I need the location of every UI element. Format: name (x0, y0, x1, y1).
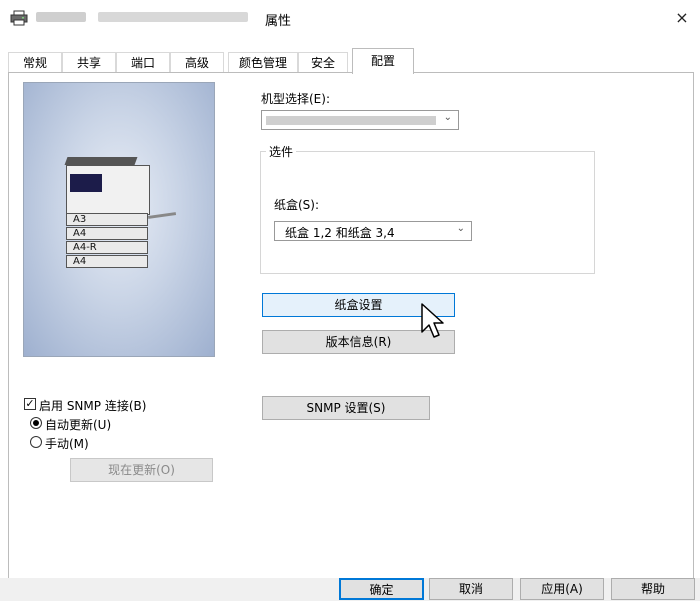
dialog-button-bar: 确定 取消 应用(A) 帮助 (0, 578, 700, 601)
tab-sharing[interactable]: 共享 (62, 52, 116, 73)
tray-label: A4-R (66, 241, 148, 254)
tab-configuration[interactable]: 配置 (352, 48, 414, 74)
snmp-enable-checkbox[interactable]: ✓ (24, 398, 36, 410)
redacted-model (266, 116, 436, 125)
options-group-title: 选件 (266, 143, 297, 160)
tab-color-management[interactable]: 颜色管理 (228, 52, 298, 73)
printer-scanner-lid (64, 157, 138, 165)
model-select[interactable]: ⌄ (261, 110, 459, 130)
ok-button[interactable]: 确定 (339, 578, 424, 600)
tab-general[interactable]: 常规 (8, 52, 62, 73)
printer-panel (70, 174, 102, 192)
redacted-name (36, 12, 86, 22)
tray-select[interactable]: 纸盒 1,2 和纸盒 3,4 ⌄ (274, 221, 472, 241)
mouse-cursor-icon (421, 303, 444, 338)
printer-icon (10, 10, 28, 26)
chevron-down-icon: ⌄ (443, 112, 452, 123)
tray-label: A4 (66, 255, 148, 268)
tray-label: A3 (66, 213, 148, 226)
auto-update-radio[interactable] (30, 417, 42, 429)
tab-ports[interactable]: 端口 (116, 52, 170, 73)
manual-update-label: 手动(M) (45, 437, 89, 451)
chevron-down-icon: ⌄ (456, 223, 465, 234)
tray-field-label: 纸盒(S): (274, 198, 320, 212)
window-title: 属性 (265, 14, 292, 29)
title-bar: 属性 × (0, 0, 700, 36)
tray-label: A4 (66, 227, 148, 240)
auto-update-label: 自动更新(U) (45, 418, 112, 432)
help-button[interactable]: 帮助 (611, 578, 695, 600)
cancel-button[interactable]: 取消 (429, 578, 513, 600)
apply-button[interactable]: 应用(A) (520, 578, 604, 600)
model-label: 机型选择(E): (261, 92, 330, 106)
snmp-enable-label: 启用 SNMP 连接(B) (39, 399, 147, 413)
close-button[interactable]: × (670, 6, 694, 30)
update-now-button[interactable]: 现在更新(O) (70, 458, 213, 482)
redacted-name (98, 12, 248, 22)
tray-select-value: 纸盒 1,2 和纸盒 3,4 (285, 226, 395, 240)
tab-advanced[interactable]: 高级 (170, 52, 224, 73)
snmp-settings-button[interactable]: SNMP 设置(S) (262, 396, 430, 420)
manual-update-radio[interactable] (30, 436, 42, 448)
paper-tray-stack: A3 A4 A4-R A4 (66, 213, 148, 271)
tab-security[interactable]: 安全 (298, 52, 348, 73)
